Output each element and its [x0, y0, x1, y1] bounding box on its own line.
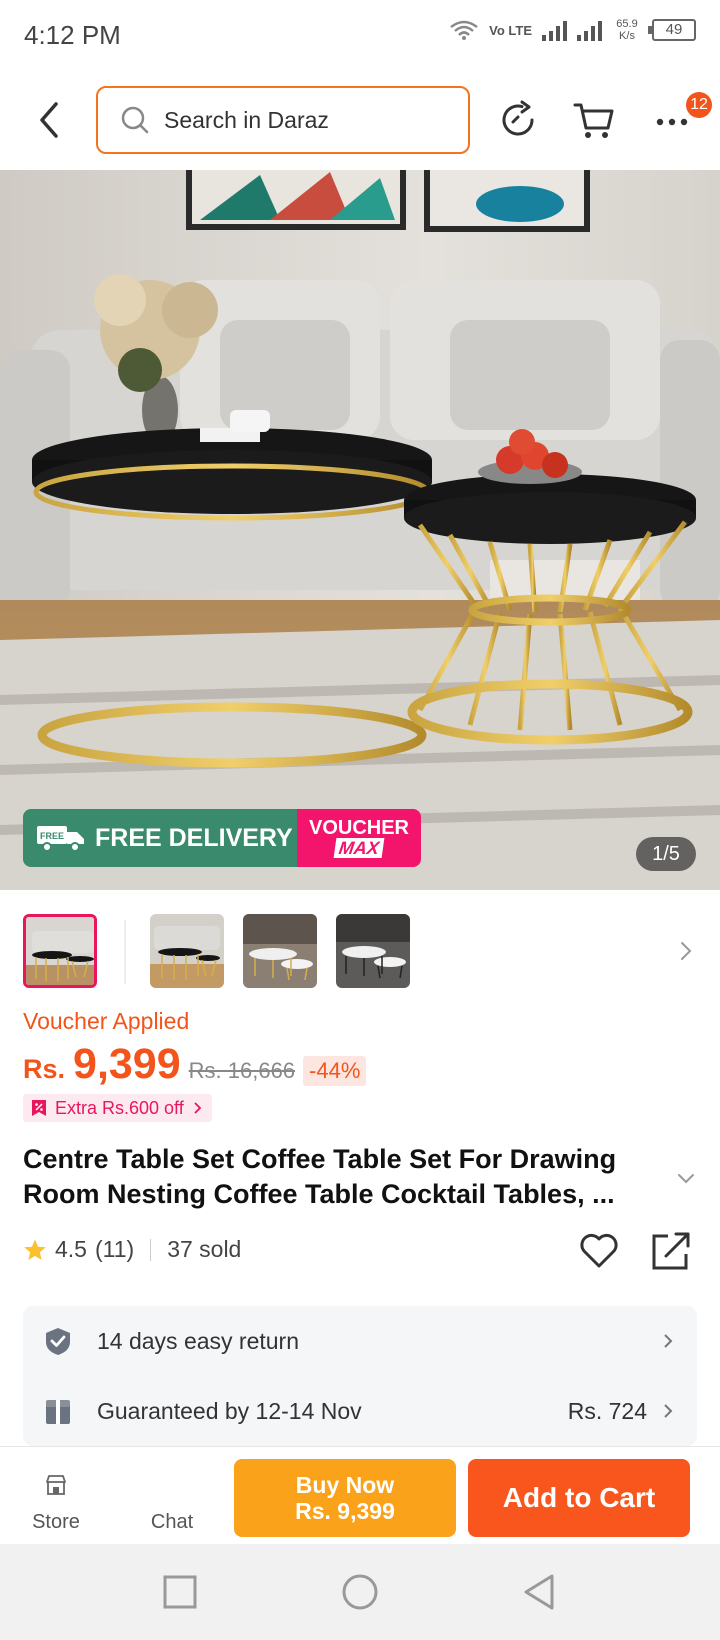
voucher-applied-label: Voucher Applied: [23, 1008, 190, 1034]
thumbnail-4[interactable]: [336, 914, 410, 988]
thumbnail-image: [26, 917, 94, 985]
product-photo: [0, 170, 720, 890]
signal-icon-2: [577, 19, 602, 41]
notification-badge: 12: [686, 92, 712, 118]
status-indicators: Vo LTE 65.9 K/s 49: [449, 18, 696, 42]
top-header: Search in Daraz 12: [0, 72, 720, 170]
price-row: Rs. 9,399 Rs. 16,666 -44%: [23, 1040, 367, 1089]
rating-value: 4.5: [55, 1236, 87, 1262]
thumbnail-image: [150, 914, 224, 988]
sold-count: 37 sold: [167, 1236, 242, 1262]
service-info-card: 14 days easy return Guaranteed by 12-14 …: [23, 1306, 697, 1446]
image-counter: 1/5: [636, 837, 696, 871]
store-label: Store: [32, 1511, 80, 1533]
history-icon[interactable]: [496, 98, 540, 142]
search-input[interactable]: Search in Daraz: [96, 86, 470, 154]
buy-now-label: Buy Now: [295, 1472, 395, 1498]
promo-banner[interactable]: FREE FREE DELIVERY VOUCHER MAX: [23, 809, 421, 867]
chevron-down-icon[interactable]: [676, 1168, 696, 1188]
chat-label: Chat: [150, 1511, 194, 1533]
thumbnail-strip: [0, 912, 720, 992]
max-text: MAX: [333, 838, 385, 858]
extra-off-text: Extra Rs.600 off: [55, 1097, 184, 1118]
chevron-right-icon: [194, 1102, 202, 1114]
return-policy-row[interactable]: 14 days easy return: [23, 1306, 697, 1376]
add-to-cart-button[interactable]: Add to Cart: [468, 1459, 690, 1537]
search-icon: [121, 106, 149, 134]
review-count: (11): [94, 1236, 135, 1262]
original-price: Rs. 16,666: [188, 1058, 296, 1083]
buy-now-price: Rs. 9,399: [295, 1498, 395, 1524]
recent-apps-icon[interactable]: [158, 1570, 202, 1614]
extra-off-voucher[interactable]: Extra Rs.600 off: [23, 1094, 212, 1122]
add-to-cart-label: Add to Cart: [502, 1482, 656, 1513]
package-icon: [46, 1400, 70, 1424]
svg-text:FREE: FREE: [40, 831, 64, 841]
share-icon[interactable]: [650, 1230, 692, 1272]
status-time: 4:12 PM: [24, 20, 121, 50]
delivery-price: Rs. 724: [567, 1397, 647, 1424]
thumbnail-3[interactable]: [243, 914, 317, 988]
voucher-max-badge: VOUCHER MAX: [297, 809, 421, 867]
home-icon[interactable]: [338, 1570, 382, 1614]
discount-badge: -44%: [303, 1056, 367, 1086]
battery-icon: 49: [648, 19, 696, 41]
price-currency: Rs.: [23, 1054, 66, 1084]
chevron-right-icon: [664, 1404, 673, 1418]
network-type: Vo LTE: [489, 22, 532, 38]
rating-row[interactable]: 4.5 (11) 37 sold: [23, 1236, 241, 1263]
divider: [150, 1238, 152, 1261]
network-speed: 65.9 K/s: [616, 18, 638, 42]
chevron-right-icon[interactable]: [676, 936, 696, 966]
voucher-tag-icon: [32, 1100, 46, 1116]
store-button[interactable]: Store: [16, 1447, 96, 1545]
delivery-row[interactable]: Guaranteed by 12-14 Nov Rs. 724: [23, 1376, 697, 1446]
buy-now-button[interactable]: Buy Now Rs. 9,399: [234, 1459, 456, 1537]
return-policy-text: 14 days easy return: [97, 1327, 300, 1354]
star-icon: [24, 1239, 46, 1260]
voucher-text: VOUCHER: [308, 817, 409, 839]
back-nav-icon[interactable]: [518, 1570, 562, 1614]
chat-button[interactable]: Chat: [132, 1447, 212, 1545]
search-placeholder: Search in Daraz: [164, 106, 329, 133]
thumbnail-divider: [124, 920, 126, 984]
back-icon[interactable]: [30, 98, 70, 142]
shield-check-icon: [46, 1328, 70, 1355]
delivery-truck-icon: FREE: [37, 826, 84, 852]
heart-icon[interactable]: [578, 1230, 620, 1270]
thumbnail-image: [336, 914, 410, 988]
delivery-text: Guaranteed by 12-14 Nov: [97, 1397, 362, 1424]
store-icon: [46, 1475, 66, 1495]
chevron-right-icon: [664, 1334, 673, 1348]
price-amount: 9,399: [73, 1040, 181, 1088]
product-image[interactable]: [0, 170, 720, 890]
system-nav-bar: [0, 1544, 720, 1640]
thumbnail-image: [243, 914, 317, 988]
free-delivery-badge: FREE FREE DELIVERY: [23, 809, 297, 867]
thumbnail-1[interactable]: [23, 914, 97, 988]
cart-icon[interactable]: [572, 98, 616, 142]
thumbnail-2[interactable]: [150, 914, 224, 988]
status-bar: 4:12 PM Vo LTE 65.9 K/s 49: [0, 0, 720, 72]
signal-icon: [542, 19, 567, 41]
free-delivery-text: FREE DELIVERY: [95, 823, 293, 852]
product-title: Centre Table Set Coffee Table Set For Dr…: [23, 1144, 617, 1209]
bottom-action-bar: Store Chat Buy Now Rs. 9,399 Add to Cart: [0, 1446, 720, 1544]
wifi-icon: [450, 20, 478, 40]
